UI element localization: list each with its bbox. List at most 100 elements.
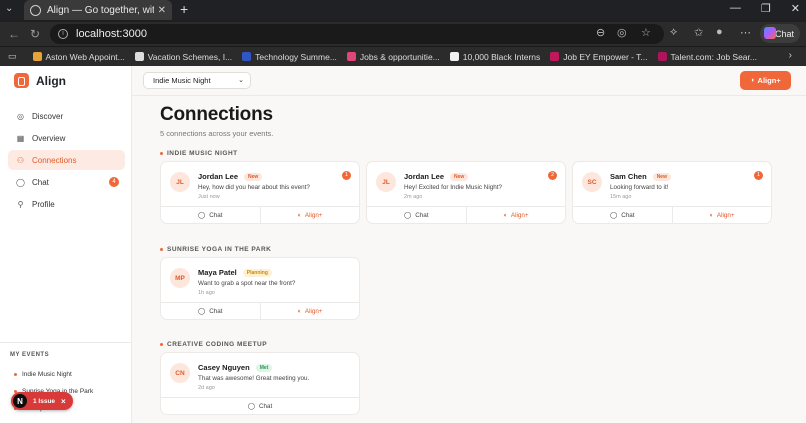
sidebar-item-discover[interactable]: ◎ Discover: [8, 106, 125, 126]
close-tab-icon[interactable]: ✕: [158, 5, 166, 16]
bookmark-favicon-icon: [657, 52, 667, 61]
sidebar-item-label: Chat: [32, 177, 49, 187]
bookmark-label: Talent.com: Job Sear...: [670, 51, 757, 62]
next-logo-icon: N: [13, 394, 27, 408]
brand-logo[interactable]: Align: [14, 73, 66, 88]
unread-count-badge: 4: [109, 177, 119, 187]
my-event-item[interactable]: Indie Music Night: [14, 366, 93, 383]
bookmark-item[interactable]: Aston Web Appoint...: [32, 52, 125, 62]
card-actions: ◯ Chat: [161, 397, 359, 414]
refresh-icon[interactable]: ↻: [30, 27, 40, 41]
bookmark-favicon-icon: [134, 52, 144, 61]
avatar: MP: [170, 268, 190, 288]
bookmark-item[interactable]: Vacation Schemes, I...: [134, 51, 233, 62]
section-dot-icon: [160, 343, 163, 346]
connection-card[interactable]: CN Casey Nguyen Met That was awesome! Great…: [160, 352, 360, 415]
browser-tab[interactable]: Align — Go together, without the ✕: [24, 0, 172, 20]
globe-icon: [30, 4, 41, 16]
address-bar[interactable]: i localhost:3000: [50, 24, 664, 44]
bookmark-item[interactable]: Jobs & opportunitie...: [346, 51, 440, 62]
bookmark-item[interactable]: 10,000 Black Interns: [449, 51, 541, 62]
connection-card[interactable]: SC Sam Chen New Looking forward to it! 15m a…: [572, 161, 772, 224]
sidebar-item-chat[interactable]: ◯ Chat 4: [8, 172, 125, 192]
bookmark-favicon-icon: [242, 52, 252, 61]
connection-card[interactable]: MP Maya Patel Planning Want to grab a spot …: [160, 257, 360, 320]
last-message: Hey, how did you hear about this event?: [198, 184, 310, 191]
align-plus-card-button[interactable]: ◖ Align+: [671, 207, 772, 223]
copilot-chat-button[interactable]: Chat: [760, 24, 800, 43]
chat-button-label: Chat: [258, 402, 273, 410]
my-events-heading: MY EVENTS: [10, 352, 50, 358]
card-actions: ◯ Chat ◖ Align+: [161, 302, 359, 319]
sidebar-item-profile[interactable]: ⚲ Profile: [8, 194, 125, 214]
profile-avatar-icon[interactable]: ●: [716, 26, 723, 38]
align-plus-label: Align+: [757, 76, 781, 85]
status-badge: New: [652, 172, 671, 181]
align-plus-card-label: Align+: [304, 307, 323, 315]
chat-button-label: Chat: [621, 211, 635, 219]
chat-button[interactable]: ◯ Chat: [161, 303, 260, 319]
last-message: Looking forward to it!: [610, 184, 669, 191]
align-plus-card-label: Align+: [716, 211, 735, 219]
align-plus-card-button[interactable]: ◖ Align+: [259, 303, 360, 319]
event-select-value: Indie Music Night: [153, 76, 211, 85]
sound-wave-icon: ◖: [750, 77, 755, 84]
bookmark-favicon-icon: [32, 52, 42, 61]
extensions-icon[interactable]: ⟡: [670, 26, 677, 39]
chevron-right-icon[interactable]: ›: [789, 50, 792, 61]
bookmark-item[interactable]: Job EY Empower - T...: [550, 52, 648, 62]
close-icon[interactable]: ×: [61, 397, 66, 406]
connection-card[interactable]: JL Jordan Lee New Hey! Excited for Indie Mu…: [366, 161, 566, 224]
section-heading: CREATIVE CODING MEETUP: [160, 341, 267, 348]
restore-icon[interactable]: ❐: [761, 2, 771, 15]
bookmark-favicon-icon: [346, 52, 356, 61]
issue-badge[interactable]: N 1 Issue ×: [11, 392, 73, 410]
sidebar-item-overview[interactable]: ▦ Overview: [8, 128, 125, 148]
align-plus-card-button[interactable]: ◖ Align+: [259, 207, 360, 223]
new-tab-button[interactable]: +: [180, 1, 188, 17]
zoom-icon[interactable]: ⊖: [596, 26, 605, 39]
favorite-star-icon[interactable]: ☆: [641, 26, 651, 39]
card-actions: ◯ Chat ◖ Align+: [367, 206, 565, 223]
chat-button-label: Chat: [209, 211, 223, 219]
chat-bubble-icon: ◯: [197, 308, 206, 315]
event-select[interactable]: Indie Music Night ⌄: [143, 72, 251, 89]
close-window-icon[interactable]: ✕: [791, 2, 800, 15]
avatar: SC: [582, 172, 602, 192]
favorites-icon[interactable]: ✩: [694, 26, 703, 39]
section-title: SUNRISE YOGA IN THE PARK: [167, 246, 272, 253]
tab-search-icon[interactable]: ⌄: [5, 3, 13, 14]
align-plus-card-button[interactable]: ◖ Align+: [465, 207, 566, 223]
chat-button[interactable]: ◯ Chat: [367, 207, 466, 223]
back-icon[interactable]: ←: [8, 27, 20, 41]
contact-name-text: Sam Chen: [610, 172, 647, 181]
bookmark-label: Vacation Schemes, I...: [147, 51, 233, 62]
card-actions: ◯ Chat ◖ Align+: [573, 206, 771, 223]
connection-card[interactable]: JL Jordan Lee New Hey, how did you hear abo…: [160, 161, 360, 224]
message-time: 2m ago: [404, 194, 423, 200]
bookmark-item[interactable]: Talent.com: Job Sear...: [657, 51, 757, 62]
chat-button[interactable]: ◯ Chat: [161, 398, 359, 414]
chat-button-label: Chat: [415, 211, 429, 219]
chat-button[interactable]: ◯ Chat: [573, 207, 672, 223]
reader-icon[interactable]: ◎: [617, 26, 627, 39]
collections-icon[interactable]: ▭: [8, 51, 17, 62]
more-menu-icon[interactable]: ⋯: [740, 26, 751, 39]
my-event-label: Indie Music Night: [22, 371, 72, 378]
sidebar-item-label: Connections: [32, 155, 77, 165]
minimize-icon[interactable]: —: [730, 2, 741, 15]
status-badge: Met: [255, 363, 273, 372]
contact-name-text: Jordan Lee: [404, 172, 445, 181]
bookmark-label: 10,000 Black Interns: [462, 51, 541, 62]
bookmark-item[interactable]: Technology Summe...: [242, 52, 337, 62]
align-plus-button[interactable]: ◖ Align+: [740, 71, 791, 90]
section-dot-icon: [160, 152, 163, 155]
site-info-icon[interactable]: i: [58, 29, 68, 39]
brand-name: Align: [36, 73, 66, 88]
bookmark-label: Jobs & opportunitie...: [359, 51, 440, 62]
message-time: 15m ago: [610, 194, 632, 200]
chat-bubble-icon: ◯: [16, 177, 25, 187]
app-root: Align ◎ Discover ▦ Overview ⚇ Connections ◯ Cha…: [0, 66, 806, 423]
chat-button[interactable]: ◯ Chat: [161, 207, 260, 223]
sidebar-item-connections[interactable]: ⚇ Connections: [8, 150, 125, 170]
